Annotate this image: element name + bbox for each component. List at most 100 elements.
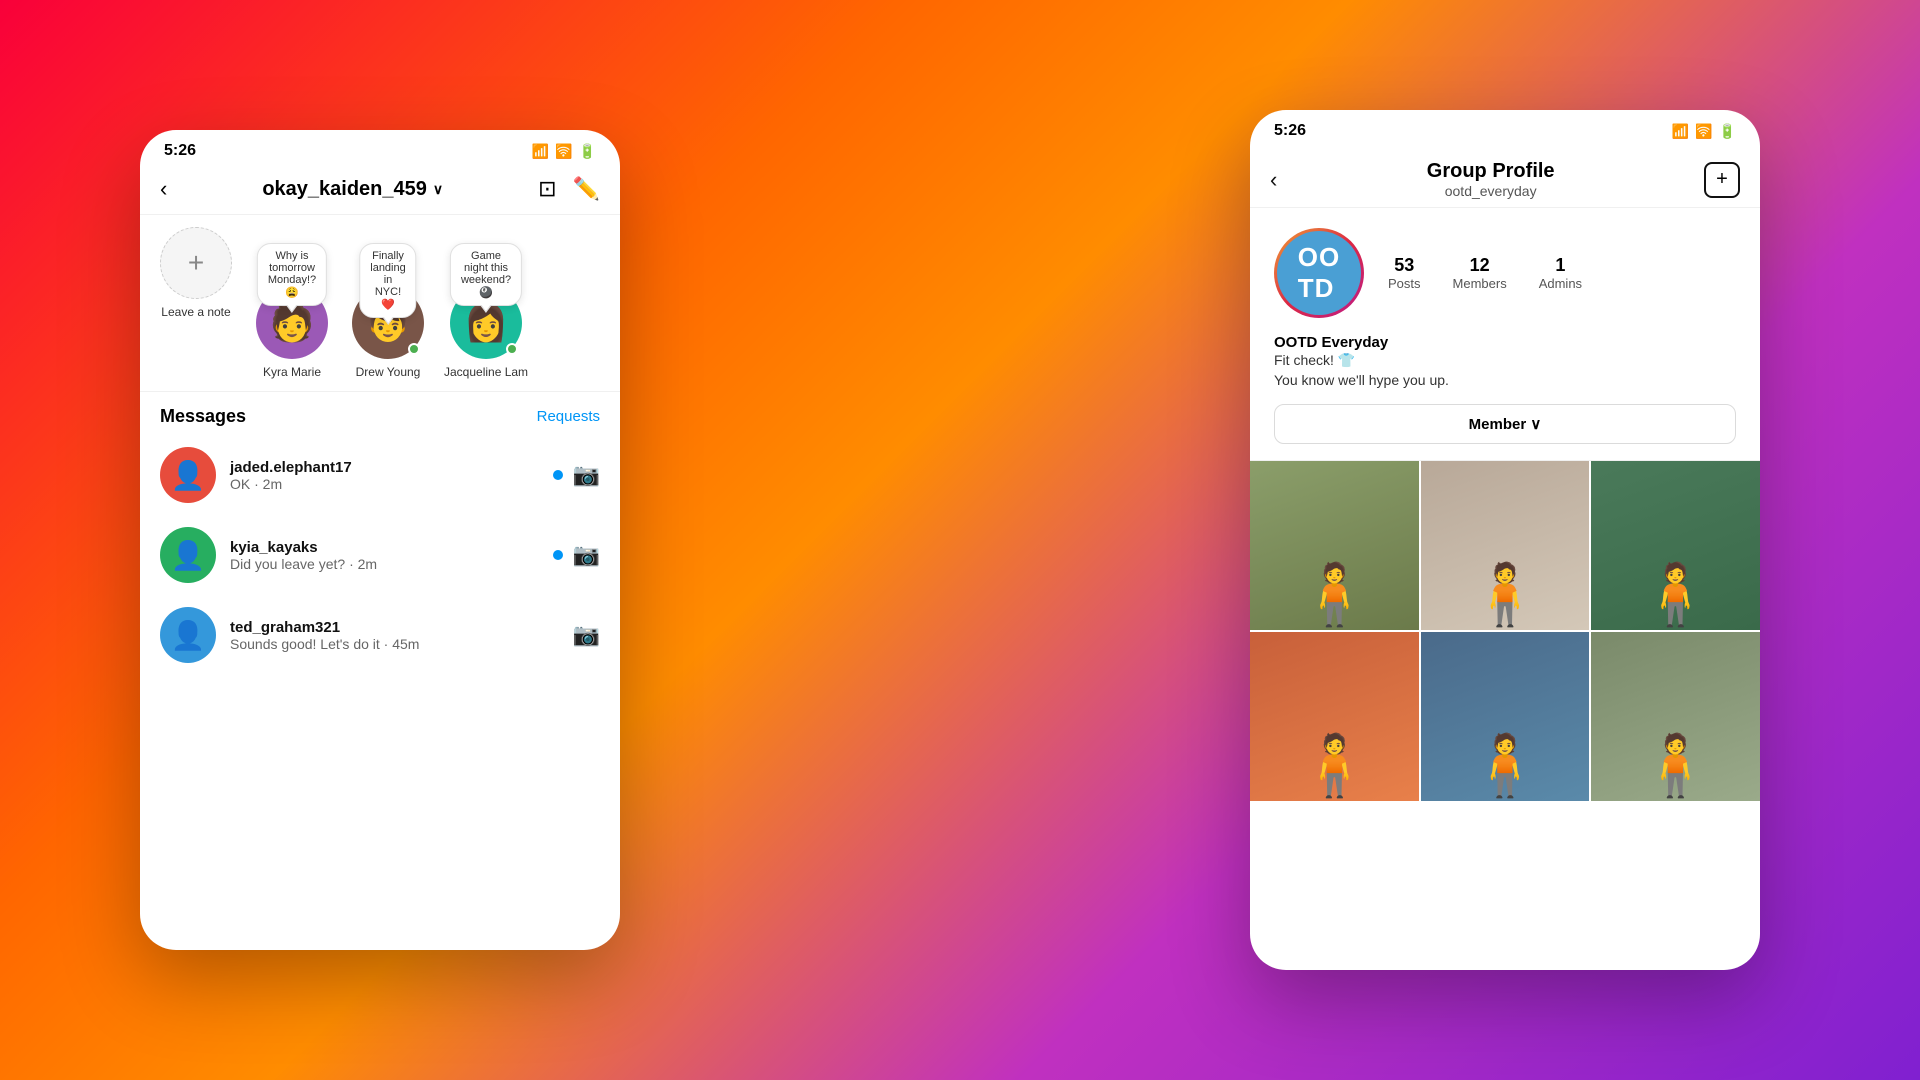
add-note-circle: + — [160, 227, 232, 299]
ted-avatar: 👤 — [160, 607, 216, 663]
jaded-actions: 📷 — [553, 462, 600, 488]
admins-count: 1 — [1539, 255, 1582, 276]
jacqueline-online-dot — [506, 343, 518, 355]
kyia-avatar: 👤 — [160, 527, 216, 583]
photo-cell-3[interactable]: 🧍 — [1591, 461, 1760, 630]
chat-username: okay_kaiden_459 — [262, 178, 427, 201]
add-note-avatar: + — [160, 227, 232, 299]
story-item-jacqueline[interactable]: Game night this weekend? 🎱 👩 Jacqueline … — [444, 287, 528, 379]
members-count: 12 — [1453, 255, 1507, 276]
chevron-down-icon: ∨ — [433, 181, 443, 198]
messages-title: Messages — [160, 406, 246, 427]
add-note-item[interactable]: + Leave a note — [156, 227, 236, 379]
photo-person-3: 🧍 — [1591, 461, 1760, 630]
wifi-icon: 🛜 — [555, 143, 572, 160]
members-label: Members — [1453, 276, 1507, 291]
drew-avatar-wrap: Finally landing in NYC! ❤️ 👦 — [352, 287, 424, 359]
photo-cell-4[interactable]: 🧍 — [1250, 632, 1419, 801]
left-phone: 5:26 📶 🛜 🔋 ‹ okay_kaiden_459 ∨ ⊡ ✏️ + Le… — [140, 130, 620, 950]
photo-grid: 🧍 🧍 🧍 🧍 🧍 🧍 — [1250, 461, 1760, 800]
jaded-username: jaded.elephant17 — [230, 459, 539, 476]
group-avatar-inner: OOTD — [1277, 231, 1361, 315]
group-subtitle: ootd_everyday — [1427, 183, 1555, 199]
add-note-label: Leave a note — [161, 305, 230, 319]
group-bio-name: OOTD Everyday — [1274, 334, 1736, 351]
photo-cell-6[interactable]: 🧍 — [1591, 632, 1760, 801]
kyia-camera-icon[interactable]: 📷 — [573, 542, 600, 568]
chat-title-wrap[interactable]: okay_kaiden_459 ∨ — [262, 178, 443, 201]
group-title-wrap: Group Profile ootd_everyday — [1427, 160, 1555, 199]
signal-icon: 📶 — [532, 143, 549, 160]
kyia-content: kyia_kayaks Did you leave yet? · 2m — [230, 539, 539, 572]
photo-person-6: 🧍 — [1591, 632, 1760, 801]
add-icon: + — [1716, 168, 1728, 191]
battery-icon-right: 🔋 — [1719, 123, 1736, 140]
jacqueline-note-bubble: Game night this weekend? 🎱 — [450, 243, 522, 306]
time-right: 5:26 — [1274, 122, 1306, 140]
messages-section: Messages Requests 👤 jaded.elephant17 OK … — [140, 392, 620, 675]
kyia-unread-dot — [553, 550, 563, 560]
jaded-unread-dot — [553, 470, 563, 480]
ted-preview: Sounds good! Let's do it · 45m — [230, 636, 559, 652]
wifi-icon-right: 🛜 — [1695, 123, 1712, 140]
signal-icon-right: 📶 — [1672, 123, 1689, 140]
ted-actions: 📷 — [573, 622, 600, 648]
kyia-actions: 📷 — [553, 542, 600, 568]
compose-icon[interactable]: ✏️ — [573, 176, 600, 202]
photo-cell-2[interactable]: 🧍 — [1421, 461, 1590, 630]
kyra-avatar-wrap: Why is tomorrow Monday!? 😩 🧑 — [256, 287, 328, 359]
story-item-kyra[interactable]: Why is tomorrow Monday!? 😩 🧑 Kyra Marie — [252, 287, 332, 379]
ted-content: ted_graham321 Sounds good! Let's do it ·… — [230, 619, 559, 652]
drew-name: Drew Young — [356, 365, 421, 379]
group-avatar: OOTD — [1274, 228, 1364, 318]
status-icons-right: 📶 🛜 🔋 — [1672, 123, 1736, 140]
photo-person-2: 🧍 — [1421, 461, 1590, 630]
story-item-drew[interactable]: Finally landing in NYC! ❤️ 👦 Drew Young — [348, 287, 428, 379]
jaded-avatar: 👤 — [160, 447, 216, 503]
photo-person-4: 🧍 — [1250, 632, 1419, 801]
time-left: 5:26 — [164, 142, 196, 160]
kyia-preview: Did you leave yet? · 2m — [230, 556, 539, 572]
kyra-note-bubble: Why is tomorrow Monday!? 😩 — [257, 243, 327, 306]
member-button[interactable]: Member ∨ — [1274, 404, 1736, 444]
jacqueline-name: Jacqueline Lam — [444, 365, 528, 379]
admins-label: Admins — [1539, 276, 1582, 291]
posts-label: Posts — [1388, 276, 1421, 291]
stat-admins: 1 Admins — [1539, 255, 1582, 291]
drew-note-bubble: Finally landing in NYC! ❤️ — [359, 243, 416, 318]
group-back-button[interactable]: ‹ — [1270, 167, 1277, 193]
group-bio-line2: You know we'll hype you up. — [1274, 371, 1736, 391]
video-call-icon[interactable]: ⊡ — [538, 176, 556, 202]
battery-icon: 🔋 — [579, 143, 596, 160]
message-item-jaded[interactable]: 👤 jaded.elephant17 OK · 2m 📷 — [140, 435, 620, 515]
stat-members: 12 Members — [1453, 255, 1507, 291]
photo-cell-1[interactable]: 🧍 — [1250, 461, 1419, 630]
chat-header: ‹ okay_kaiden_459 ∨ ⊡ ✏️ — [140, 168, 620, 215]
status-bar-right: 5:26 📶 🛜 🔋 — [1250, 110, 1760, 148]
stat-posts: 53 Posts — [1388, 255, 1421, 291]
jaded-content: jaded.elephant17 OK · 2m — [230, 459, 539, 492]
status-icons-left: 📶 🛜 🔋 — [532, 143, 596, 160]
group-stats: 53 Posts 12 Members 1 Admins — [1388, 255, 1582, 291]
drew-online-dot — [408, 343, 420, 355]
ted-camera-icon[interactable]: 📷 — [573, 622, 600, 648]
posts-count: 53 — [1388, 255, 1421, 276]
group-info-row: OOTD 53 Posts 12 Members 1 Admins — [1274, 228, 1736, 318]
status-bar-left: 5:26 📶 🛜 🔋 — [140, 130, 620, 168]
photo-person-1: 🧍 — [1250, 461, 1419, 630]
ted-username: ted_graham321 — [230, 619, 559, 636]
right-phone: 5:26 📶 🛜 🔋 ‹ Group Profile ootd_everyday… — [1250, 110, 1760, 970]
requests-link[interactable]: Requests — [537, 408, 600, 425]
group-header: ‹ Group Profile ootd_everyday + — [1250, 148, 1760, 208]
kyia-username: kyia_kayaks — [230, 539, 539, 556]
photo-cell-5[interactable]: 🧍 — [1421, 632, 1590, 801]
jacqueline-avatar-wrap: Game night this weekend? 🎱 👩 — [450, 287, 522, 359]
messages-header: Messages Requests — [140, 392, 620, 435]
jaded-camera-icon[interactable]: 📷 — [573, 462, 600, 488]
message-item-ted[interactable]: 👤 ted_graham321 Sounds good! Let's do it… — [140, 595, 620, 675]
stories-scroll: + Leave a note Why is tomorrow Monday!? … — [140, 227, 620, 379]
header-action-icons: ⊡ ✏️ — [538, 176, 600, 202]
back-button[interactable]: ‹ — [160, 176, 167, 202]
group-add-button[interactable]: + — [1704, 162, 1740, 198]
message-item-kyia[interactable]: 👤 kyia_kayaks Did you leave yet? · 2m 📷 — [140, 515, 620, 595]
